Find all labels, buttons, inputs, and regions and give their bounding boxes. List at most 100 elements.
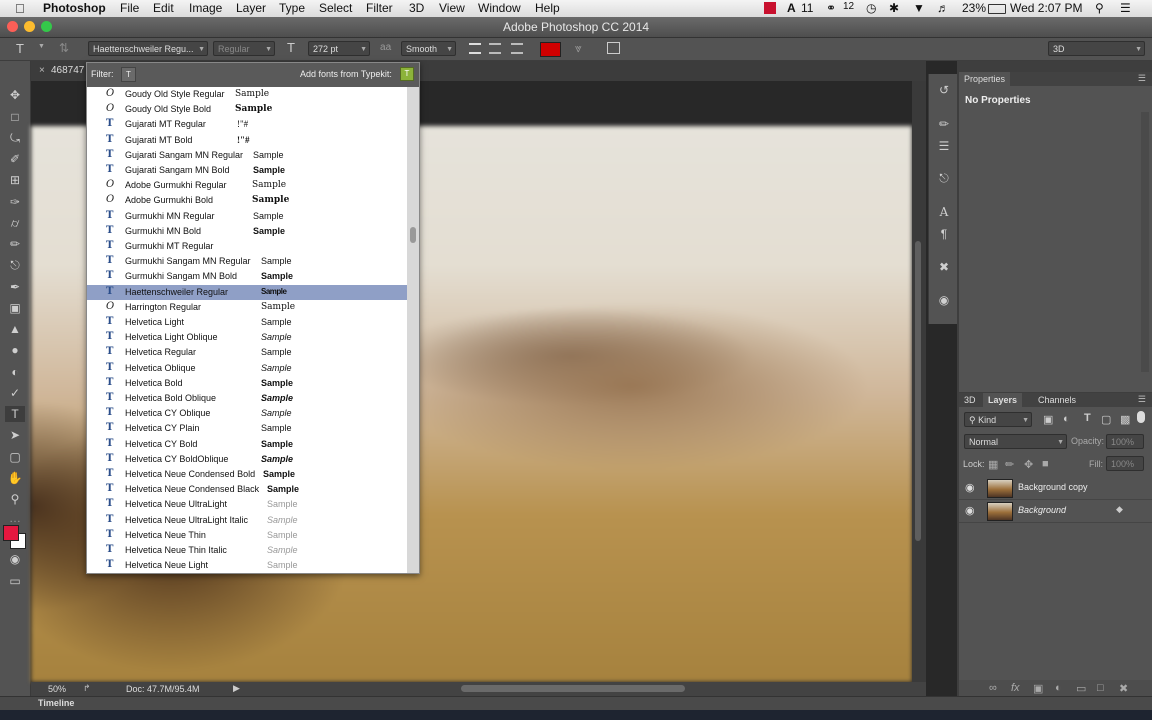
document-tab[interactable]: 468747 [51,65,84,76]
align-center-icon[interactable] [489,43,501,54]
menu-type[interactable]: Type [279,1,305,15]
bluetooth-icon[interactable]: ✱ [889,1,899,15]
pen-tool-icon[interactable]: ✓ [5,385,25,401]
tab-3d[interactable]: 3D [959,393,981,407]
clone-source-icon[interactable]: ⎋ [934,170,954,186]
font-list-item[interactable]: T Gurmukhi MN Bold Sample [87,224,407,239]
path-selection-tool-icon[interactable]: ➤ [5,427,25,443]
menu-help[interactable]: Help [535,1,560,15]
history-icon[interactable]: ↺ [934,82,954,98]
new-layer-icon[interactable]: □ [1097,682,1104,694]
healing-brush-tool-icon[interactable]: ⌭ [5,215,25,231]
menu-edit[interactable]: Edit [153,1,174,15]
font-list-item[interactable]: T Helvetica CY Oblique Sample [87,406,407,421]
vertical-scroll-thumb[interactable] [915,241,921,541]
timeline-label[interactable]: Timeline [38,698,74,708]
history-brush-tool-icon[interactable]: ✒ [5,279,25,295]
marquee-tool-icon[interactable]: □ [5,109,25,125]
font-list-item[interactable]: O Adobe Gurmukhi Bold Sample [87,193,407,208]
time-machine-icon[interactable]: ◷ [866,1,876,15]
warp-text-icon[interactable]: ⩔ [575,41,582,56]
lasso-tool-icon[interactable]: ⤿ [5,130,25,146]
zoom-level[interactable]: 50% [48,684,66,694]
layer-style-icon[interactable]: fx [1011,682,1020,694]
move-tool-icon[interactable]: ✥ [5,87,25,103]
filter-shape-icon[interactable]: ▢ [1101,413,1111,426]
font-list-item[interactable]: T Helvetica Light Oblique Sample [87,330,407,345]
filter-toggle-switch[interactable] [1137,411,1145,423]
tab-channels[interactable]: Channels [1033,393,1081,407]
eye-icon[interactable]: ◉ [965,481,975,494]
layer-row[interactable]: ◉ Background copy [959,477,1152,500]
font-list-scroll-thumb[interactable] [410,227,416,243]
eraser-tool-icon[interactable]: ▣ [5,300,25,316]
properties-tab[interactable]: Properties [959,72,1011,86]
opacity-input[interactable]: 100% [1106,434,1144,449]
quick-select-tool-icon[interactable]: ✐ [5,151,25,167]
font-list-scrollbar[interactable] [407,87,419,573]
preset-chevron-icon[interactable]: ▼ [38,43,45,50]
font-list-item[interactable]: T Gurmukhi Sangam MN Bold Sample [87,269,407,284]
text-orientation-icon[interactable]: ⇅ [59,41,69,55]
zoom-tool-icon[interactable]: ⚲ [5,491,25,507]
cc-icon[interactable]: ⚭ [826,1,836,15]
font-list-item[interactable]: T Gujarati Sangam MN Regular Sample [87,148,407,163]
group-icon[interactable]: ▭ [1076,682,1086,695]
spotlight-icon[interactable]: ⚲ [1095,1,1104,15]
adjustment-layer-icon[interactable]: ◐ [1055,682,1062,694]
panel-menu-icon[interactable]: ☰ [1138,394,1146,405]
lock-all-icon[interactable]: ■ [1042,458,1049,470]
quick-mask-icon[interactable]: ◉ [5,551,25,567]
adjustments-icon[interactable]: ☰ [934,138,954,154]
font-list-item[interactable]: T Helvetica Neue UltraLight Italic Sample [87,513,407,528]
font-list-item[interactable]: T Helvetica Bold Oblique Sample [87,391,407,406]
apple-icon[interactable]:  [15,1,25,16]
font-size-select[interactable]: 272 pt ▼ [308,41,370,56]
menu-app-name[interactable]: Photoshop [43,1,106,15]
font-list-item[interactable]: T Gurmukhi Sangam MN Regular Sample [87,254,407,269]
font-list-item[interactable]: T Helvetica CY BoldOblique Sample [87,452,407,467]
link-layers-icon[interactable]: ∞ [989,682,997,694]
filter-pixel-icon[interactable]: ▣ [1043,413,1053,426]
layer-mask-icon[interactable]: ▣ [1033,682,1043,695]
properties-scrollbar[interactable] [1141,112,1149,372]
antialias-select[interactable]: Smooth ▼ [401,41,456,56]
font-filter-icon[interactable]: T [121,67,136,82]
menu-3d[interactable]: 3D [409,1,424,15]
notification-center-icon[interactable]: ☰ [1120,1,1131,15]
eye-icon[interactable]: ◉ [965,504,975,517]
font-list-item[interactable]: T Gujarati Sangam MN Bold Sample [87,163,407,178]
font-list-item[interactable]: T Helvetica Oblique Sample [87,361,407,376]
horizontal-scroll-thumb[interactable] [461,685,685,692]
timeline-bar[interactable]: Timeline [0,696,1152,711]
font-list-item[interactable]: T Helvetica Neue Thin Italic Sample [87,543,407,558]
align-right-icon[interactable] [511,43,523,54]
3d-material-icon[interactable]: ◉ [934,292,954,308]
font-list-item[interactable]: T Helvetica Neue Condensed Black Sample [87,482,407,497]
font-list-item[interactable]: T Helvetica Light Sample [87,315,407,330]
font-list-item[interactable]: T Helvetica Bold Sample [87,376,407,391]
character-panel-icon[interactable] [607,42,620,54]
layer-filter-kind-select[interactable]: ⚲ Kind ▼ [964,412,1032,427]
lock-transparent-icon[interactable]: ▦ [988,458,998,471]
vertical-scrollbar[interactable] [912,81,926,682]
foreground-color-swatch[interactable] [3,525,19,541]
wifi-icon[interactable]: ▼ [913,1,925,15]
blend-mode-select[interactable]: Normal ▼ [964,434,1067,449]
type-tool-preset-icon[interactable]: T [16,41,24,56]
tab-layers[interactable]: Layers [983,393,1023,407]
panel-menu-icon[interactable]: ☰ [1138,73,1146,84]
filter-adjustment-icon[interactable]: ◐ [1063,413,1070,425]
tools-presets-icon[interactable]: ✖ [934,259,954,275]
trash-icon[interactable]: ✖ [1119,682,1128,695]
font-list-item[interactable]: T Gurmukhi MT Regular [87,239,407,254]
menu-view[interactable]: View [439,1,465,15]
font-list-item[interactable]: O Goudy Old Style Bold Sample [87,102,407,117]
dodge-tool-icon[interactable]: ◐ [5,364,25,380]
menu-image[interactable]: Image [189,1,222,15]
character-icon[interactable]: A [934,204,954,220]
screen-mode-icon[interactable]: ▭ [5,573,25,589]
status-menu-arrow-icon[interactable]: ▶ [233,683,240,694]
font-style-select[interactable]: Regular ▼ [213,41,275,56]
clock[interactable]: Wed 2:07 PM [1010,1,1082,15]
